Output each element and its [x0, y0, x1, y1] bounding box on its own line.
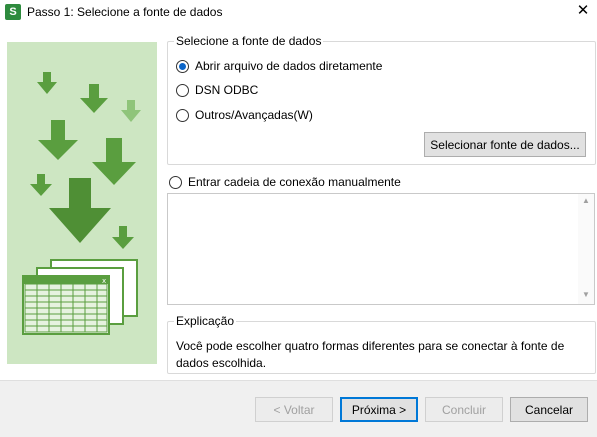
explanation-text: Você pode escolher quatro formas diferen…	[176, 339, 565, 370]
explanation-group-title: Explicação	[174, 314, 237, 328]
radio-manual-connection[interactable]	[169, 176, 182, 189]
data-source-group: Selecione a fonte de dados Abrir arquivo…	[167, 34, 596, 165]
arrow-icon	[112, 226, 134, 249]
option-other-advanced-label: Outros/Avançadas(W)	[195, 108, 313, 122]
arrow-icon	[49, 178, 111, 243]
download-arrows-illustration: x	[22, 72, 141, 335]
arrow-icon	[92, 138, 136, 185]
window-title: Passo 1: Selecione a fonte de dados	[27, 5, 223, 19]
connection-string-input[interactable]: ▲ ▼	[167, 193, 595, 305]
finish-button[interactable]: Concluir	[425, 397, 503, 422]
option-open-file[interactable]: Abrir arquivo de dados diretamente	[176, 58, 436, 74]
option-other-advanced[interactable]: Outros/Avançadas(W)	[176, 107, 376, 123]
explanation-group: Explicação Você pode escolher quatro for…	[167, 314, 596, 374]
option-manual-connection[interactable]: Entrar cadeia de conexão manualmente	[169, 174, 469, 190]
arrow-icon	[30, 174, 52, 196]
wizard-footer: < Voltar Próxima > Concluir Cancelar	[0, 380, 597, 437]
scroll-down-icon[interactable]: ▼	[578, 290, 594, 299]
next-button[interactable]: Próxima >	[340, 397, 418, 422]
textarea-scrollbar[interactable]: ▲ ▼	[578, 194, 594, 304]
option-manual-connection-label: Entrar cadeia de conexão manualmente	[188, 175, 401, 189]
arrow-icon	[38, 120, 78, 160]
radio-odbc-dsn[interactable]	[176, 84, 189, 97]
radio-open-file[interactable]	[176, 60, 189, 73]
back-button[interactable]: < Voltar	[255, 397, 333, 422]
radio-other-advanced[interactable]	[176, 109, 189, 122]
wizard-illustration: x	[7, 42, 157, 364]
svg-text:x: x	[102, 277, 106, 285]
cancel-button[interactable]: Cancelar	[510, 397, 588, 422]
app-icon: S	[5, 4, 21, 20]
select-data-source-button[interactable]: Selecionar fonte de dados...	[424, 132, 586, 157]
close-icon[interactable]: ✕	[569, 0, 597, 24]
arrow-icon	[121, 100, 141, 122]
option-odbc-dsn-label: DSN ODBC	[195, 83, 259, 97]
arrow-icon	[80, 84, 108, 113]
arrow-icon	[37, 72, 57, 94]
option-open-file-label: Abrir arquivo de dados diretamente	[195, 59, 383, 73]
option-odbc-dsn[interactable]: DSN ODBC	[176, 82, 376, 98]
data-source-group-title: Selecione a fonte de dados	[174, 34, 324, 48]
title-bar: S Passo 1: Selecione a fonte de dados ✕	[0, 0, 597, 24]
scroll-up-icon[interactable]: ▲	[578, 196, 594, 205]
